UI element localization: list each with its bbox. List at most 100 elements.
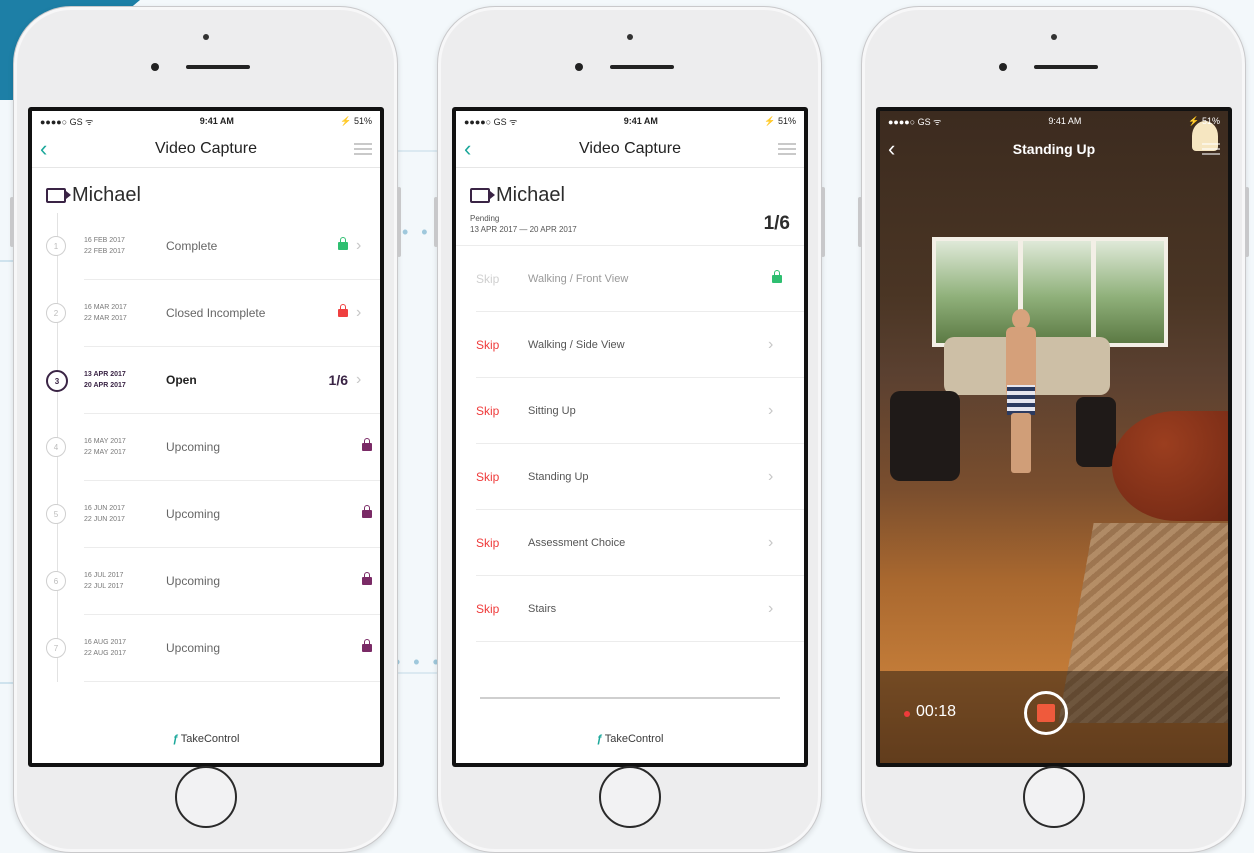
session-end-date: 22 JUL 2017 — [84, 583, 124, 590]
lock-icon — [362, 438, 372, 451]
home-button[interactable] — [598, 766, 661, 828]
task-row[interactable]: Skip Walking / Side View › — [476, 312, 804, 378]
session-start-date: 16 MAY 2017 — [84, 438, 126, 445]
subject-shorts — [1007, 385, 1035, 415]
skip-button[interactable]: Skip — [476, 536, 528, 550]
brand-logo: ƒ TakeControl — [456, 733, 804, 745]
session-progress-count: 1/6 — [328, 372, 348, 388]
skip-button[interactable]: Skip — [476, 338, 528, 352]
chevron-right-icon: › — [768, 401, 774, 419]
front-camera — [202, 34, 209, 40]
task-list: Skip Walking / Front View Skip Walking / Si… — [456, 246, 804, 642]
patient-name: Michael — [496, 184, 565, 206]
page-title: Standing Up — [1012, 141, 1096, 157]
session-dates: 16 JUN 2017 22 JUN 2017 — [84, 503, 166, 525]
session-status: Complete — [166, 239, 218, 253]
back-chevron-icon[interactable]: ‹ — [40, 136, 64, 162]
status-time: 9:41 AM — [199, 116, 234, 126]
session-end-date: 20 APR 2017 — [84, 382, 126, 389]
phone-video-recording: ●●●●○ GS ᯤ 9:41 AM ⚡ 51% ‹ Standing Up 0… — [858, 6, 1249, 853]
battery-indicator: ⚡ 51% — [764, 115, 796, 126]
home-button[interactable] — [174, 766, 237, 828]
session-dates: 16 MAY 2017 22 MAY 2017 — [84, 436, 166, 458]
chevron-right-icon: › — [768, 533, 774, 551]
session-start-date: 13 APR 2017 — [84, 371, 126, 378]
chevron-right-icon: › — [356, 304, 362, 321]
session-dates: 16 MAR 2017 22 MAR 2017 — [84, 302, 166, 324]
brand-name: TakeControl — [604, 733, 664, 745]
viewfinder-window — [932, 237, 1168, 347]
back-chevron-icon[interactable]: ‹ — [464, 136, 488, 162]
subject-head — [1012, 309, 1030, 329]
session-row[interactable]: 3 13 APR 2017 20 APR 2017 Open 1/6 › — [46, 347, 380, 414]
power-button — [821, 187, 825, 257]
session-row[interactable]: 2 16 MAR 2017 22 MAR 2017 Closed Incomplete… — [46, 280, 380, 347]
stop-icon — [1037, 704, 1055, 722]
session-start-date: 16 MAR 2017 — [84, 304, 127, 311]
timeline-step-icon: 2 — [46, 303, 66, 323]
session-end-date: 22 MAR 2017 — [84, 315, 127, 322]
screen: ●●●●○ GS ᯤ 9:41 AM ⚡ 51% ‹ Video Capture… — [456, 111, 804, 763]
session-dates: 13 APR 2017 20 APR 2017 — [84, 369, 166, 391]
timeline-step-icon: 7 — [46, 638, 66, 658]
task-row[interactable]: Skip Sitting Up › — [476, 378, 804, 444]
page-title: Video Capture — [155, 140, 257, 157]
volume-button — [858, 197, 862, 247]
hamburger-menu-icon[interactable] — [772, 143, 796, 155]
brand-name: TakeControl — [180, 733, 240, 745]
session-dates: 16 FEB 2017 22 FEB 2017 — [84, 235, 166, 257]
hamburger-menu-icon[interactable] — [1196, 143, 1220, 155]
session-dates: 16 JUL 2017 22 JUL 2017 — [84, 570, 166, 592]
status-bar: ●●●●○ GS ᯤ 9:41 AM ⚡ 51% — [32, 111, 380, 131]
video-camera-icon — [46, 188, 71, 203]
task-row[interactable]: Skip Stairs › — [476, 576, 804, 642]
skip-button[interactable]: Skip — [476, 602, 528, 616]
viewfinder-table — [1112, 411, 1228, 521]
screen-bezel: ●●●●○ GS ᯤ 9:41 AM ⚡ 51% ‹ Standing Up 0… — [876, 107, 1232, 767]
recording-controls: 00:18 — [880, 671, 1228, 763]
task-name: Walking / Side View — [528, 338, 625, 351]
phone-session-list: ●●●●○ GS ᯤ 9:41 AM ⚡ 51% ‹ Video Capture… — [10, 6, 401, 853]
chevron-right-icon: › — [356, 237, 362, 254]
session-row[interactable]: 1 16 FEB 2017 22 FEB 2017 Complete › — [46, 213, 380, 280]
home-button[interactable] — [1022, 766, 1085, 828]
session-row[interactable]: 4 16 MAY 2017 22 MAY 2017 Upcoming — [46, 414, 380, 481]
progress-count: 1/6 — [763, 213, 790, 234]
back-chevron-icon[interactable]: ‹ — [888, 136, 912, 162]
session-dates: 16 AUG 2017 22 AUG 2017 — [84, 637, 166, 659]
session-row[interactable]: 6 16 JUL 2017 22 JUL 2017 Upcoming — [46, 548, 380, 615]
status-time: 9:41 AM — [623, 116, 658, 126]
session-row[interactable]: 7 16 AUG 2017 22 AUG 2017 Upcoming — [46, 615, 380, 682]
skip-button[interactable]: Skip — [476, 470, 528, 484]
recording-timer: 00:18 — [916, 703, 957, 720]
session-row[interactable]: 5 16 JUN 2017 22 JUN 2017 Upcoming — [46, 481, 380, 548]
chevron-right-icon: › — [356, 371, 362, 388]
stop-record-button[interactable] — [1024, 691, 1068, 735]
chevron-right-icon: › — [768, 467, 774, 485]
lock-icon — [362, 639, 372, 652]
phone-task-list: ●●●●○ GS ᯤ 9:41 AM ⚡ 51% ‹ Video Capture… — [434, 6, 825, 853]
status-time: 9:41 AM — [1048, 116, 1082, 126]
task-name: Standing Up — [528, 470, 589, 483]
earpiece-speaker — [1034, 65, 1098, 69]
session-status: Upcoming — [166, 641, 221, 655]
task-row[interactable]: Skip Walking / Front View — [476, 246, 804, 312]
subject-legs — [1011, 413, 1031, 473]
nav-bar: ‹ Video Capture — [32, 131, 380, 168]
video-camera-icon — [470, 188, 495, 203]
status-bar: ●●●●○ GS ᯤ 9:41 AM ⚡ 51% — [456, 111, 804, 131]
earpiece-speaker — [610, 65, 674, 69]
session-start-date: 16 JUL 2017 — [84, 572, 124, 579]
battery-indicator: ⚡ 51% — [340, 115, 372, 126]
proximity-sensor — [575, 63, 583, 71]
skip-button[interactable]: Skip — [476, 272, 528, 286]
task-name: Assessment Choice — [528, 536, 626, 549]
lock-icon — [338, 304, 348, 317]
screen: ●●●●○ GS ᯤ 9:41 AM ⚡ 51% ‹ Video Capture… — [32, 111, 380, 763]
task-row[interactable]: Skip Standing Up › — [476, 444, 804, 510]
session-start-date: 16 JUN 2017 — [84, 505, 125, 512]
hamburger-menu-icon[interactable] — [348, 143, 372, 155]
session-start-date: 16 FEB 2017 — [84, 237, 125, 244]
skip-button[interactable]: Skip — [476, 404, 528, 418]
task-row[interactable]: Skip Assessment Choice › — [476, 510, 804, 576]
